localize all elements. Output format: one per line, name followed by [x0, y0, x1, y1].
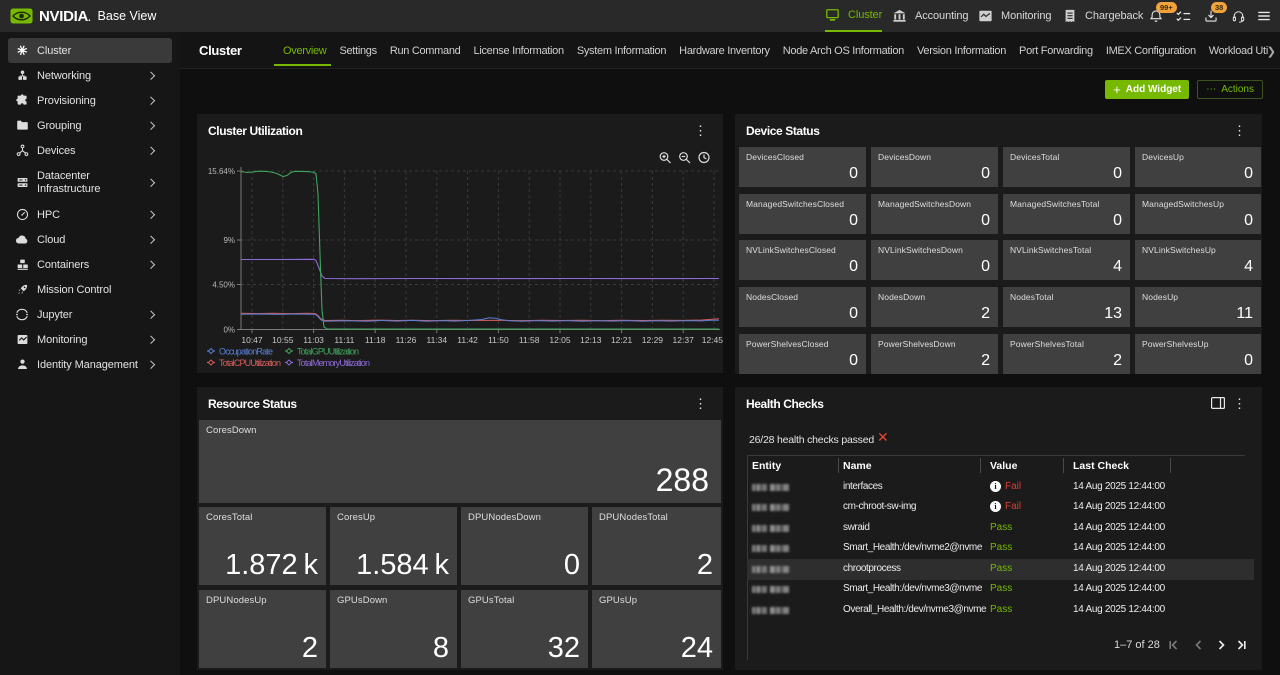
svg-text:12:37: 12:37: [673, 335, 695, 345]
svg-text:12:29: 12:29: [642, 335, 664, 345]
svg-text:11:58: 11:58: [519, 335, 540, 345]
svg-text:TotalGPUUtilization: TotalGPUUtilization: [297, 347, 359, 357]
svg-text:11:18: 11:18: [365, 335, 386, 345]
svg-text:12:05: 12:05: [549, 335, 571, 345]
svg-text:9%: 9%: [223, 236, 235, 245]
svg-text:11:26: 11:26: [396, 335, 417, 345]
svg-text:0%: 0%: [223, 326, 235, 335]
svg-text:12:45: 12:45: [702, 335, 723, 345]
svg-text:11:34: 11:34: [426, 335, 447, 345]
svg-text:12:21: 12:21: [611, 335, 633, 345]
svg-text:11:50: 11:50: [488, 335, 509, 345]
svg-text:OccupationRate: OccupationRate: [219, 347, 273, 357]
svg-text:11:03: 11:03: [303, 335, 324, 345]
svg-text:11:11: 11:11: [334, 335, 354, 345]
svg-text:4.50%: 4.50%: [212, 281, 235, 290]
svg-text:TotalMemoryUtilization: TotalMemoryUtilization: [297, 358, 370, 368]
svg-text:TotalCPUUtilization: TotalCPUUtilization: [219, 358, 281, 368]
svg-text:10:47: 10:47: [241, 335, 263, 345]
svg-text:12:13: 12:13: [580, 335, 602, 345]
svg-text:11:42: 11:42: [457, 335, 478, 345]
svg-text:15.64%: 15.64%: [208, 167, 235, 176]
svg-text:10:55: 10:55: [272, 335, 294, 345]
